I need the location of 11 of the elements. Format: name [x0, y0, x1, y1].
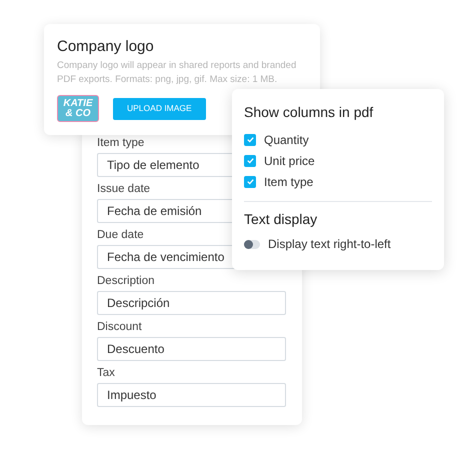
field-label: Tax — [97, 366, 115, 380]
field-label: Issue date — [97, 182, 150, 196]
card-title: Company logo — [57, 38, 155, 56]
checkbox-label: Quantity — [264, 132, 309, 148]
field-label: Item type — [97, 136, 144, 150]
field-label: Discount — [97, 320, 142, 334]
logo-description: Company logo will appear in shared reports and branded PDF exports. Formats: png, jpg, gif. Max size: 1 MB. — [57, 59, 298, 87]
field-label: Due date — [97, 228, 144, 242]
section-title: Show columns in pdf — [244, 104, 374, 121]
field-label: Description — [97, 274, 155, 288]
company-logo: KATIE & CO — [57, 95, 99, 122]
